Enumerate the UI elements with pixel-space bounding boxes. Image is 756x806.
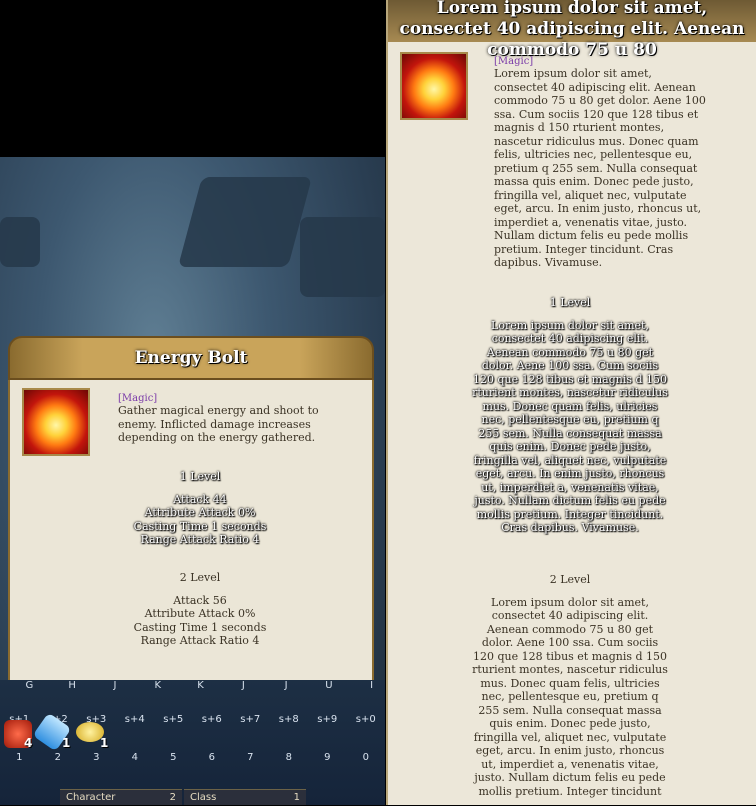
hotkey-letter: H (68, 680, 76, 691)
level1-attack: Attack 44 (173, 492, 227, 506)
level2-text: Lorem ipsum dolor sit amet, consectet 40… (472, 595, 668, 798)
level1-casting: Casting Time 1 seconds (133, 519, 267, 533)
level1-block: 1 Level Lorem ipsum dolor sit amet, cons… (472, 296, 668, 535)
level1-heading: 1 Level (179, 470, 221, 483)
skill-title: Energy Bolt (134, 348, 248, 368)
hotkey-letter: J (284, 680, 288, 691)
tent-structure (177, 177, 313, 267)
fire-skill-icon (400, 52, 468, 120)
quickslot-7[interactable]: 7 (231, 752, 270, 763)
level2-block: 2 Level Lorem ipsum dolor sit amet, cons… (472, 573, 668, 798)
skill-description: Gather magical energy and shoot to enemy… (118, 404, 319, 444)
skill-tag: [Magic] (494, 56, 534, 67)
quickslot-9[interactable]: 9 (308, 752, 347, 763)
quickslot-s6[interactable]: s+6 (193, 714, 232, 725)
character-value: 2 (169, 792, 176, 803)
level2-casting: Casting Time 1 seconds (133, 620, 267, 634)
level1-heading: 1 Level (549, 296, 591, 309)
character-label: Character (66, 792, 116, 803)
hotkey-letter: J (113, 680, 117, 691)
level2-range: Range Attack Ratio 4 (140, 634, 260, 647)
hotkey-letter: G (25, 680, 34, 691)
quickslot-s7[interactable]: s+7 (231, 714, 270, 725)
level1-text: Lorem ipsum dolor sit amet, consectet 40… (472, 318, 668, 535)
quickslot-3[interactable]: 3 (77, 752, 116, 763)
red-potion-count: 4 (24, 736, 33, 750)
quickslot-0[interactable]: 0 (347, 752, 386, 763)
quickslot-6[interactable]: 6 (193, 752, 232, 763)
quickslot-s8[interactable]: s+8 (270, 714, 309, 725)
level2-attack: Attack 56 (173, 593, 227, 607)
quickslot-4[interactable]: 4 (116, 752, 155, 763)
quickslot-s4[interactable]: s+4 (116, 714, 155, 725)
skill-tooltip: Energy Bolt [Magic] Gather magical energ… (8, 336, 374, 684)
level2-attribute: Attribute Attack 0% (144, 607, 256, 620)
quickslot-5[interactable]: 5 (154, 752, 193, 763)
class-label: Class (190, 792, 217, 803)
tooltip-body: [Magic] Gather magical energy and shoot … (8, 380, 374, 684)
gold-coin-count: 1 (100, 736, 109, 750)
quickslot-s0[interactable]: s+0 (347, 714, 386, 725)
hotkey-letter: K (197, 680, 204, 691)
level1-attribute: Attribute Attack 0% (144, 506, 256, 519)
class-status[interactable]: Class 1 (184, 789, 306, 805)
quickslot-s5[interactable]: s+5 (154, 714, 193, 725)
quickslot-2[interactable]: 2 (39, 752, 78, 763)
character-status[interactable]: Character 2 (60, 789, 182, 805)
long-skill-tooltip: Lorem ipsum dolor sit amet, consectet 40… (386, 0, 756, 805)
level1-range: Range Attack Ratio 4 (140, 533, 260, 546)
foliage (0, 217, 40, 267)
fire-skill-icon (22, 388, 90, 456)
number-hotkey-row: 1 2 3 4 5 6 7 8 9 0 (0, 752, 385, 763)
blue-potion-count: 1 (62, 736, 71, 750)
skill-tag: [Magic] (118, 393, 158, 404)
skill-description: Lorem ipsum dolor sit amet, consectet 40… (494, 67, 706, 269)
quickslot-1[interactable]: 1 (0, 752, 39, 763)
tree-foliage (300, 217, 385, 297)
quickslot-s9[interactable]: s+9 (308, 714, 347, 725)
hotkey-letter: J (241, 680, 245, 691)
hotkey-letter: K (154, 680, 162, 691)
level2-heading: 2 Level (179, 571, 221, 584)
quickslot-8[interactable]: 8 (270, 752, 309, 763)
class-value: 1 (293, 792, 300, 803)
level2-heading: 2 Level (549, 573, 591, 586)
tooltip-header: Energy Bolt (8, 336, 374, 380)
level2-block: 2 Level Attack 56 Attribute Attack 0% Ca… (100, 571, 300, 648)
hotkey-letter: U (325, 680, 333, 691)
level1-block: 1 Level Attack 44 Attribute Attack 0% Ca… (100, 470, 300, 547)
letter-hotkey-row: G H J K K J J U I (0, 680, 393, 691)
quickslot-bar[interactable]: G H J K K J J U I s+1 s+2 s+3 s+4 s+5 s+… (0, 680, 385, 805)
